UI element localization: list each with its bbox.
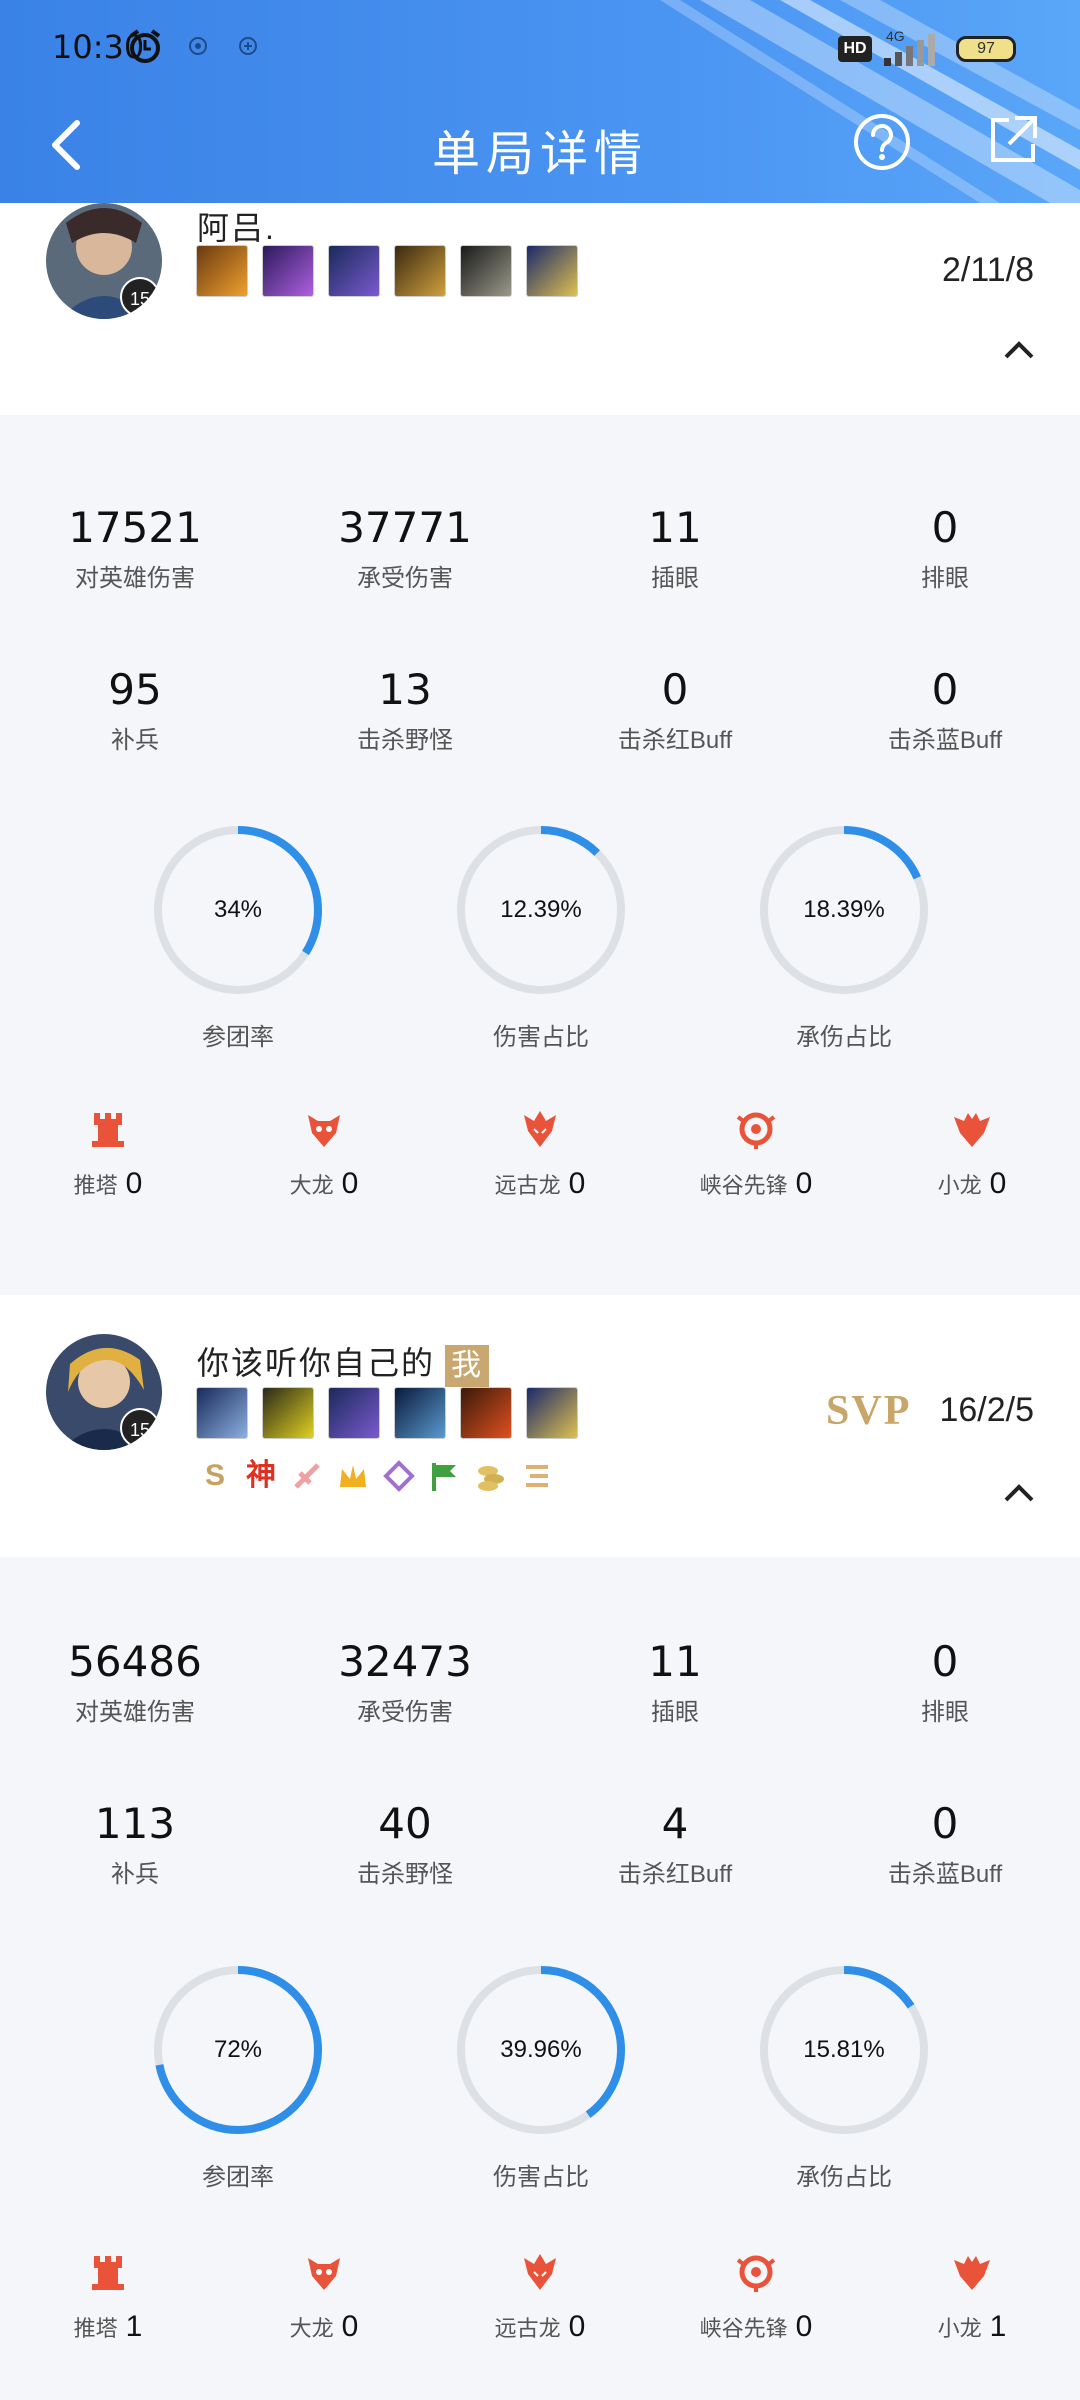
player-stats-panel: 17521 对英雄伤害 37771 承受伤害 11 插眼 0 排眼 95 补兵 13 击杀野… (0, 415, 1080, 1295)
objective-tower: 推塔 1 (0, 2250, 216, 2344)
s-badge[interactable]: S (198, 1459, 232, 1493)
baron-icon (302, 2250, 346, 2294)
stat-hero-damage: 56486 对英雄伤害 (68, 1637, 202, 1726)
elder-dragon-icon (518, 2250, 562, 2294)
honor-badges: S 神 (198, 1459, 554, 1493)
me-badge: 我 (445, 1344, 490, 1387)
svp-badge: SVP (826, 1388, 912, 1434)
god-badge[interactable]: 神 (244, 1459, 278, 1493)
objective-elder-dragon: 远古龙 0 (432, 2250, 648, 2344)
equipment-item[interactable] (394, 245, 446, 297)
elder-dragon-icon (518, 1107, 562, 1151)
nav-bar: 单局详情 (0, 96, 1080, 203)
objective-herald: 峡谷先锋 0 (648, 1107, 864, 1201)
stat-damage-taken: 32473 承受伤害 (338, 1637, 472, 1726)
objective-dragon: 小龙 1 (864, 2250, 1080, 2344)
stat-blue-buff: 0 击杀蓝Buff (887, 1799, 1003, 1888)
stat-blue-buff: 0 击杀蓝Buff (887, 665, 1003, 754)
stat-minions: 95 补兵 (108, 665, 162, 754)
share-button[interactable] (985, 112, 1045, 172)
player-card[interactable]: 15 你该听你自己的我 S 神 SVP 16/2/5 (0, 1295, 1080, 1557)
stat-red-buff: 4 击杀红Buff (617, 1799, 733, 1888)
equipment-item[interactable] (196, 245, 248, 297)
ring-damage-taken-share: 18.39% 承伤占比 (754, 820, 934, 1052)
equipment-item[interactable] (262, 245, 314, 297)
ring-participation: 34% 参团率 (148, 820, 328, 1052)
battery-indicator: 97 (956, 36, 1016, 62)
ring-damage-share: 39.96% 伤害占比 (451, 1960, 631, 2192)
dragon-icon (950, 2250, 994, 2294)
coins-badge-icon[interactable] (474, 1459, 508, 1493)
signal-icon (882, 32, 944, 68)
equipment-item[interactable] (526, 1387, 578, 1439)
app-header: 10:30 HD 4G 97 单局详情 (0, 0, 1080, 203)
player-name-row: 你该听你自己的我 (197, 1338, 490, 1387)
stat-damage-taken: 37771 承受伤害 (338, 503, 472, 592)
triple-kill-badge-icon[interactable] (520, 1459, 554, 1493)
player-name: 你该听你自己的 (197, 1345, 436, 1381)
avatar[interactable]: 15 (46, 1334, 162, 1450)
stat-monsters: 40 击杀野怪 (357, 1799, 453, 1888)
tower-icon (86, 2250, 130, 2294)
objective-dragon: 小龙 0 (864, 1107, 1080, 1201)
equipment-item[interactable] (394, 1387, 446, 1439)
notification-icon (186, 28, 210, 64)
equipment-row (196, 245, 578, 297)
ring-participation: 72% 参团率 (148, 1960, 328, 2192)
ring-damage-taken-share: 15.81% 承伤占比 (754, 1960, 934, 2192)
hero-level: 15 (120, 277, 160, 317)
player-name: 阿吕. (197, 210, 276, 246)
stat-monsters: 13 击杀野怪 (357, 665, 453, 754)
equipment-item[interactable] (262, 1387, 314, 1439)
stat-wards-cleared: 0 排眼 (921, 503, 969, 592)
player-card[interactable]: 15 阿吕. 2/11/8 (0, 203, 1080, 415)
stat-minions: 113 补兵 (94, 1799, 176, 1888)
stat-hero-damage: 17521 对英雄伤害 (68, 503, 202, 592)
objective-baron: 大龙 0 (216, 1107, 432, 1201)
app-notification-icon (236, 28, 260, 64)
equipment-item[interactable] (328, 245, 380, 297)
dragon-icon (950, 1107, 994, 1151)
equipment-item[interactable] (526, 245, 578, 297)
kda: 16/2/5 (939, 1391, 1034, 1429)
objective-herald: 峡谷先锋 0 (648, 2250, 864, 2344)
objective-tower: 推塔 0 (0, 1107, 216, 1201)
share-icon (991, 116, 1037, 162)
crown-badge-icon[interactable] (336, 1459, 370, 1493)
player-stats-panel: 56486 对英雄伤害 32473 承受伤害 11 插眼 0 排眼 113 补兵 40 击杀… (0, 1557, 1080, 2400)
objective-elder-dragon: 远古龙 0 (432, 1107, 648, 1201)
stat-wards-cleared: 0 排眼 (921, 1637, 969, 1726)
equipment-row (196, 1387, 578, 1439)
avatar[interactable]: 15 (46, 203, 162, 319)
equipment-item[interactable] (460, 245, 512, 297)
kda: 2/11/8 (941, 251, 1034, 289)
objective-baron: 大龙 0 (216, 2250, 432, 2344)
tower-icon (86, 1107, 130, 1151)
chevron-up-icon[interactable] (1002, 1480, 1036, 1504)
equipment-item[interactable] (328, 1387, 380, 1439)
page-title: 单局详情 (431, 128, 648, 181)
sword-badge-icon[interactable] (290, 1459, 324, 1493)
alarm-icon (126, 28, 164, 64)
stat-wards-placed: 11 插眼 (648, 503, 702, 592)
baron-icon (302, 1107, 346, 1151)
help-button[interactable] (852, 112, 912, 172)
hero-level: 15 (120, 1408, 160, 1448)
equipment-item[interactable] (196, 1387, 248, 1439)
herald-icon (734, 2250, 778, 2294)
help-circle-icon (854, 114, 910, 170)
ring-damage-share: 12.39% 伤害占比 (451, 820, 631, 1052)
equipment-item[interactable] (460, 1387, 512, 1439)
stat-wards-placed: 11 插眼 (648, 1637, 702, 1726)
status-bar: 10:30 HD 4G 97 (0, 0, 1080, 96)
hd-badge: HD (838, 36, 872, 62)
diamond-badge-icon[interactable] (382, 1459, 416, 1493)
chevron-up-icon[interactable] (1002, 337, 1036, 361)
stat-red-buff: 0 击杀红Buff (617, 665, 733, 754)
herald-icon (734, 1107, 778, 1151)
flag-badge-icon[interactable] (428, 1459, 462, 1493)
